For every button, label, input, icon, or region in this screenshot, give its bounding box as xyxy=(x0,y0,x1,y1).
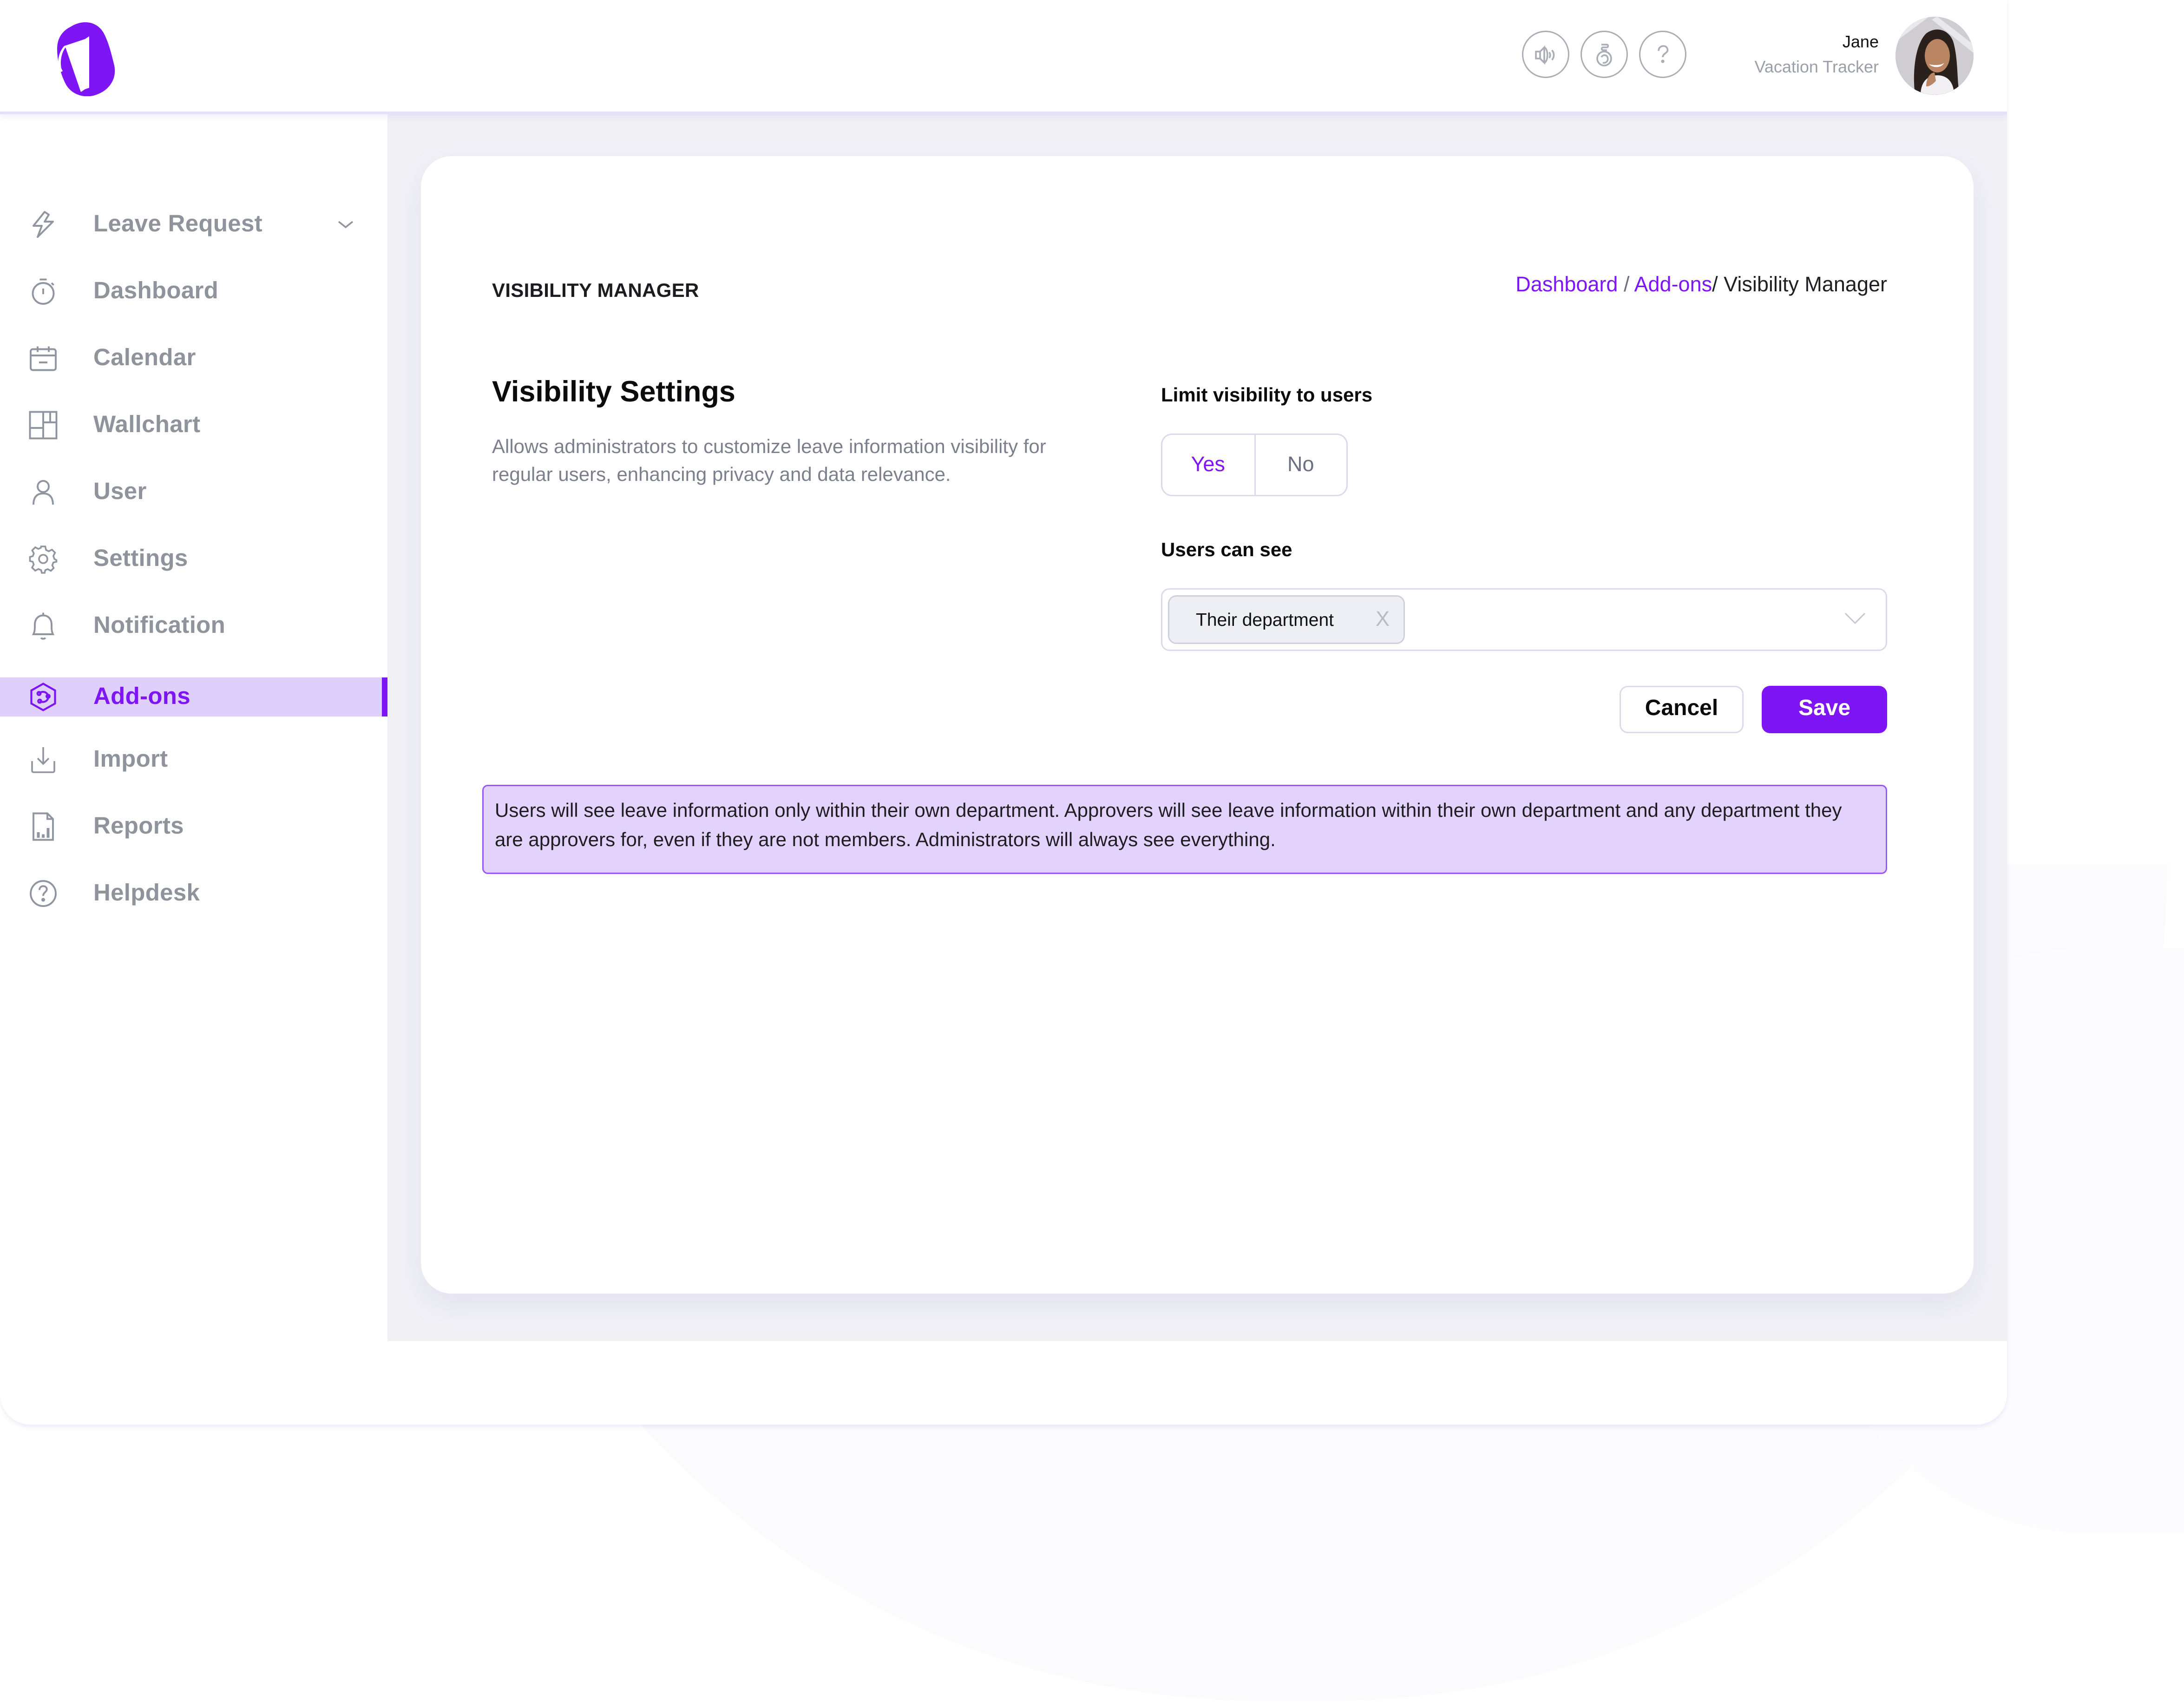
sidebar-item-calendar[interactable]: Calendar xyxy=(0,339,387,378)
sidebar-item-user[interactable]: User xyxy=(0,473,387,512)
users-can-see-label: Users can see xyxy=(1161,538,1292,560)
cancel-button[interactable]: Cancel xyxy=(1620,686,1744,733)
sidebar-item-label: Helpdesk xyxy=(93,880,200,906)
sidebar-item-label: Notification xyxy=(93,612,226,638)
limit-visibility-yes-option[interactable]: Yes xyxy=(1162,435,1254,495)
selected-tag: Their department X xyxy=(1168,595,1405,644)
sidebar-item-reports[interactable]: Reports xyxy=(0,807,387,846)
section-title: Visibility Settings xyxy=(492,376,735,408)
sidebar-item-import[interactable]: Import xyxy=(0,740,387,779)
sidebar-item-label: Import xyxy=(93,746,168,772)
sidebar-item-label: User xyxy=(93,478,147,505)
page-stage: Jane Vacation Tracker Leave Request Dash… xyxy=(0,0,2184,1702)
save-button[interactable]: Save xyxy=(1762,686,1887,733)
report-document-icon xyxy=(28,811,59,842)
limit-visibility-toggle: Yes No xyxy=(1161,434,1348,496)
addons-hexagon-icon xyxy=(28,682,59,712)
breadcrumb-separator: / xyxy=(1712,273,1718,297)
visibility-info-notice: Users will see leave information only wi… xyxy=(482,785,1887,874)
sidebar-item-settings[interactable]: Settings xyxy=(0,539,387,578)
selected-tag-label: Their department xyxy=(1196,609,1334,630)
sidebar: Leave Request Dashboard Calendar Wallcha… xyxy=(0,114,387,1425)
breadcrumb: Dashboard / Add-ons/ Visibility Manager xyxy=(1515,273,1887,297)
sidebar-item-label: Reports xyxy=(93,813,184,839)
sidebar-item-label: Dashboard xyxy=(93,277,219,304)
breadcrumb-separator: / xyxy=(1623,273,1630,297)
import-icon xyxy=(28,744,59,775)
wallchart-grid-icon xyxy=(28,410,59,440)
breadcrumb-current: Visibility Manager xyxy=(1724,273,1887,297)
limit-visibility-label: Limit visibility to users xyxy=(1161,383,1373,406)
help-icon[interactable] xyxy=(1639,31,1686,78)
breadcrumb-dashboard[interactable]: Dashboard xyxy=(1515,273,1618,297)
avatar[interactable] xyxy=(1895,17,1974,95)
help-circle-icon xyxy=(28,878,59,909)
top-header: Jane Vacation Tracker xyxy=(0,0,2007,114)
sidebar-item-notification[interactable]: Notification xyxy=(0,606,387,645)
lightning-icon xyxy=(28,209,59,240)
sidebar-item-helpdesk[interactable]: Helpdesk xyxy=(0,874,387,913)
remove-tag-icon[interactable]: X xyxy=(1376,608,1390,631)
chevron-down-icon[interactable] xyxy=(1844,609,1866,626)
user-name: Jane xyxy=(1842,32,1879,52)
sidebar-item-label: Wallchart xyxy=(93,411,201,438)
gear-icon xyxy=(28,544,59,574)
sidebar-item-leave-request[interactable]: Leave Request xyxy=(0,205,387,244)
sidebar-item-add-ons[interactable]: Add-ons xyxy=(0,677,387,716)
bell-icon xyxy=(28,611,59,641)
sidebar-item-wallchart[interactable]: Wallchart xyxy=(0,406,387,445)
breadcrumb-add-ons[interactable]: Add-ons xyxy=(1634,273,1712,297)
visibility-manager-card: VISIBILITY MANAGER Dashboard / Add-ons/ … xyxy=(421,156,1974,1294)
app-window: Jane Vacation Tracker Leave Request Dash… xyxy=(0,0,2007,1425)
announcement-icon[interactable] xyxy=(1522,31,1569,78)
sidebar-item-label: Leave Request xyxy=(93,210,262,237)
users-can-see-select[interactable]: Their department X xyxy=(1161,588,1887,651)
header-icon-group xyxy=(1522,31,1686,78)
user-icon xyxy=(28,477,59,507)
chevron-down-icon[interactable] xyxy=(336,215,355,234)
calendar-icon xyxy=(28,343,59,374)
page-title: VISIBILITY MANAGER xyxy=(492,279,699,301)
user-company: Vacation Tracker xyxy=(1754,57,1879,77)
sidebar-item-label: Settings xyxy=(93,545,188,572)
sidebar-item-dashboard[interactable]: Dashboard xyxy=(0,272,387,311)
sidebar-item-label: Add-ons xyxy=(93,683,190,710)
sidebar-item-label: Calendar xyxy=(93,344,196,371)
whats-new-icon[interactable] xyxy=(1581,31,1628,78)
app-logo[interactable] xyxy=(46,18,127,97)
section-description: Allows administrators to customize leave… xyxy=(492,435,1046,485)
limit-visibility-no-option[interactable]: No xyxy=(1253,435,1347,495)
stopwatch-icon xyxy=(28,276,59,307)
